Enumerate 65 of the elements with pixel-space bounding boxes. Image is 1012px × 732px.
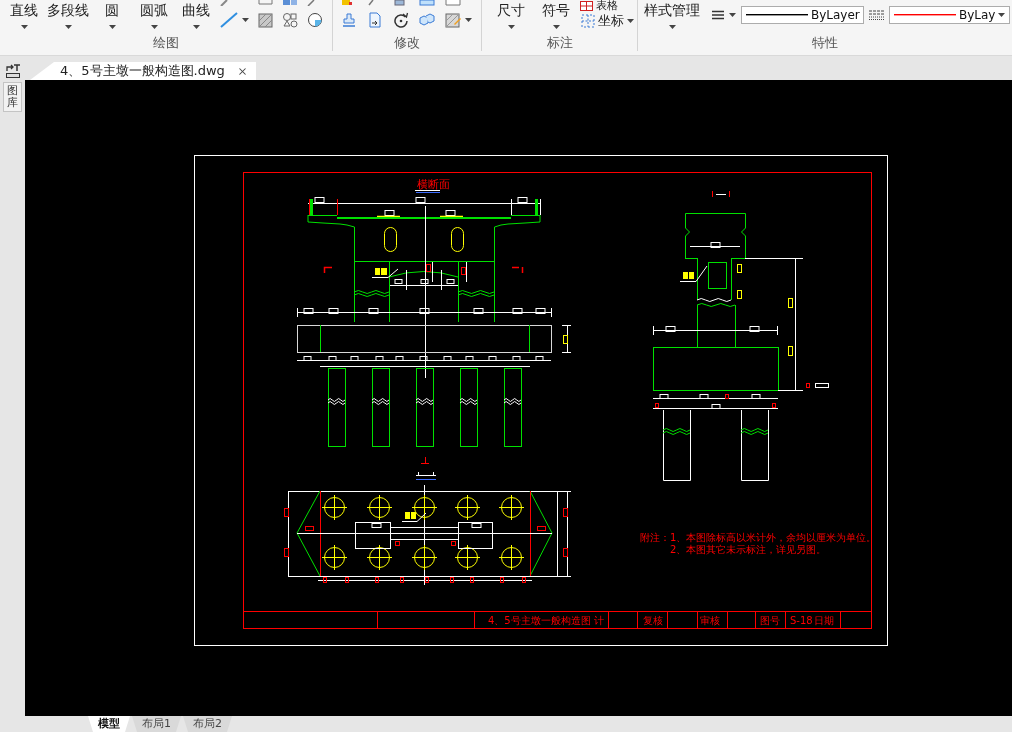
- lineweight-icon[interactable]: [712, 10, 724, 20]
- drawing-note: 2、本图其它未示标注，详见另图。: [670, 544, 827, 555]
- ribbon-group-label: 绘图: [153, 35, 179, 51]
- document-tab[interactable]: 4、5号主墩一般构造图.dwg: [30, 62, 256, 80]
- drawing-canvas[interactable]: 横断面 附注：1、本图除标高以米计外，余均以厘米为单位。 2、本图其它未示标注，详见另图。 4、5号主墩一般构造图 计 复核 审核 图号 S-18 日期: [25, 80, 1012, 716]
- paint-icon[interactable]: [341, 0, 353, 6]
- linetype-dropdown[interactable]: ByLayer: [741, 6, 864, 24]
- caret-icon: [192, 25, 200, 29]
- page-icon[interactable]: [445, 0, 461, 6]
- caret-icon: [668, 25, 676, 29]
- boxes-icon[interactable]: [419, 12, 435, 28]
- ribbon-group-label: 修改: [394, 35, 420, 51]
- caret-icon[interactable]: [242, 18, 249, 22]
- ribbon-small-button[interactable]: 坐标: [580, 13, 634, 28]
- hatch-square-icon[interactable]: [258, 12, 273, 28]
- side-panel-tab[interactable]: 图库: [3, 82, 22, 113]
- line-icon[interactable]: [307, 0, 315, 6]
- stamp-icon[interactable]: [341, 12, 357, 28]
- caret-icon: [552, 25, 560, 29]
- ribbon-button[interactable]: 圆: [91, 0, 133, 29]
- blocks-icon[interactable]: [282, 0, 298, 6]
- pencil-icon[interactable]: [220, 0, 228, 6]
- ribbon-group-label: 标注: [546, 35, 573, 51]
- caret-icon: [108, 25, 116, 29]
- layout-tab[interactable]: 模型: [88, 716, 130, 732]
- table-icon[interactable]: [580, 0, 593, 11]
- ribbon-button[interactable]: 多段线: [45, 0, 91, 29]
- caret-icon: [20, 25, 28, 29]
- linetype-dropdown[interactable]: ByLay: [889, 6, 1010, 24]
- caret-icon: [998, 13, 1006, 17]
- ribbon-button[interactable]: 圆弧: [133, 0, 175, 29]
- caret-icon[interactable]: [729, 13, 736, 17]
- shapes-icon[interactable]: [282, 12, 298, 28]
- caret-icon: [64, 25, 72, 29]
- ribbon-group-label: 特性: [812, 35, 838, 51]
- caret-icon: [507, 25, 515, 29]
- document-arrow-icon[interactable]: [367, 12, 383, 28]
- title-block-label: 审核: [700, 615, 720, 626]
- pie-circle-icon[interactable]: [307, 12, 323, 28]
- ribbon-button[interactable]: 尺寸: [490, 0, 532, 29]
- layout-tab[interactable]: 布局1: [132, 716, 181, 732]
- caret-icon: [627, 18, 634, 23]
- drawing-note: 附注：1、本图除标高以米计外，余均以厘米为单位。: [640, 532, 877, 543]
- close-icon[interactable]: [236, 65, 248, 77]
- drawing-title: 4、5号主墩一般构造图: [488, 615, 591, 626]
- ribbon-button[interactable]: 直线: [3, 0, 45, 29]
- title-block-label: S-18: [790, 615, 813, 626]
- title-block-label: 图号: [760, 615, 780, 626]
- title-block-label: 日期: [814, 615, 834, 626]
- ribbon-small-button[interactable]: 表格: [580, 0, 634, 11]
- rotate-icon[interactable]: [393, 12, 409, 28]
- caret-icon: [150, 25, 158, 29]
- title-block-label: 计: [594, 615, 604, 626]
- ribbon-button[interactable]: 符号: [535, 0, 577, 29]
- title-block-label: 复核: [643, 615, 663, 626]
- section-title: 横断面: [417, 178, 450, 191]
- layout-tab[interactable]: 布局2: [183, 716, 232, 732]
- caret-icon[interactable]: [465, 18, 472, 22]
- arrow-tray-icon[interactable]: [4, 63, 21, 79]
- panel-icon[interactable]: [419, 0, 435, 6]
- copy-icon[interactable]: [393, 0, 407, 6]
- angle-icon[interactable]: [367, 0, 375, 6]
- ribbon-button[interactable]: 曲线: [175, 0, 217, 29]
- ribbon-button[interactable]: 样式管理: [642, 0, 702, 29]
- linetype-icon[interactable]: [869, 10, 884, 20]
